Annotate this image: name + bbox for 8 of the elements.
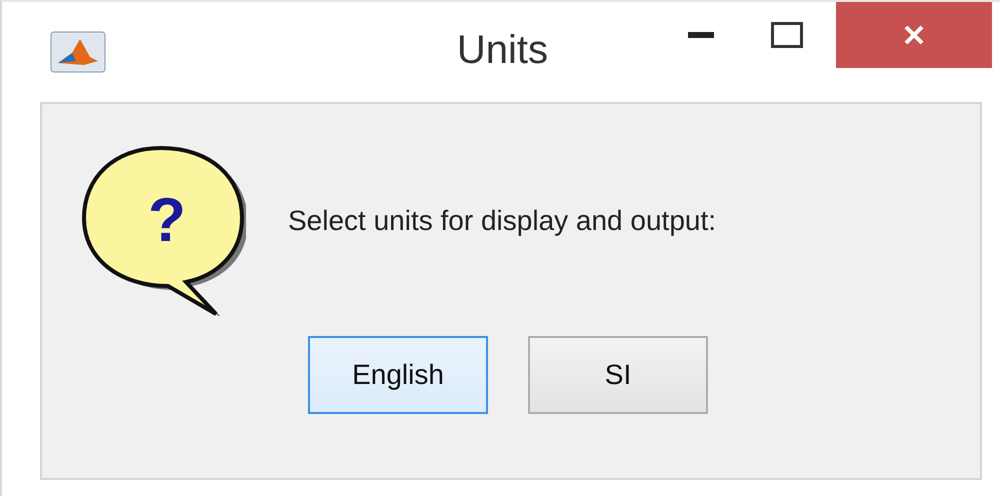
app-icon [50,30,106,74]
choice-button[interactable]: SI [528,336,708,414]
maximize-icon [771,22,803,48]
message-text: Select units for display and output: [288,205,716,237]
minimize-icon [688,32,714,38]
close-icon [903,24,925,46]
window-title: Units [456,28,548,73]
choice-button[interactable]: English [308,336,488,414]
